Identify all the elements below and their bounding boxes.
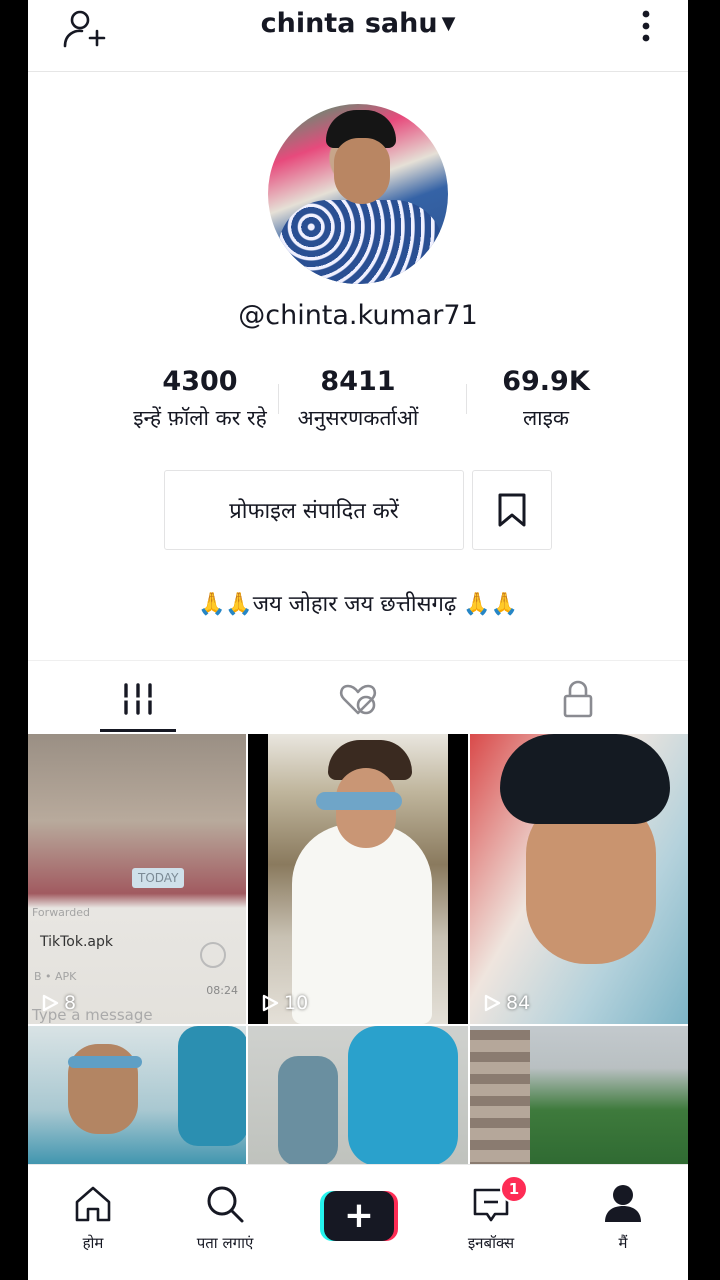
following-count: 4300 bbox=[162, 366, 238, 397]
nav-discover-label: पता लगाएं bbox=[196, 1234, 254, 1252]
more-options-icon[interactable] bbox=[640, 6, 652, 46]
view-count-value: 84 bbox=[506, 992, 531, 1014]
video-thumbnail[interactable] bbox=[470, 1026, 688, 1166]
bio: 🙏🙏जय जोहार जय छत्तीसगढ़ 🙏🙏 bbox=[28, 588, 688, 618]
active-tab-indicator bbox=[100, 729, 176, 732]
chat-file-meta: B • APK bbox=[34, 970, 77, 983]
profile-icon bbox=[605, 1185, 641, 1222]
tab-videos[interactable] bbox=[116, 679, 160, 719]
likes-count: 69.9K bbox=[502, 366, 590, 397]
create-button[interactable]: + bbox=[320, 1191, 398, 1241]
video-thumbnail[interactable] bbox=[248, 1026, 468, 1166]
play-icon bbox=[484, 994, 501, 1012]
following-label: इन्हें फ़ॉलो कर रहे bbox=[133, 406, 267, 430]
bio-text: जय जोहार जय छत्तीसगढ़ bbox=[252, 592, 457, 617]
followers-label: अनुसरणकर्ताओं bbox=[297, 406, 419, 430]
play-icon bbox=[42, 994, 59, 1012]
username-handle: @chinta.kumar71 bbox=[238, 300, 478, 331]
followers-count: 8411 bbox=[320, 366, 396, 397]
avatar[interactable] bbox=[268, 104, 448, 284]
chat-forwarded-label: Forwarded bbox=[32, 906, 90, 919]
chat-time: 08:24 bbox=[206, 984, 238, 997]
favorites-button[interactable] bbox=[472, 470, 552, 550]
view-count: 84 bbox=[482, 992, 530, 1014]
nav-home-label: होम bbox=[82, 1234, 104, 1252]
profile-title[interactable]: chinta sahu ▼ bbox=[28, 8, 688, 39]
following-stat[interactable]: 4300 इन्हें फ़ॉलो कर रहे bbox=[120, 364, 280, 432]
download-icon bbox=[200, 942, 226, 968]
top-bar: chinta sahu ▼ bbox=[28, 0, 688, 72]
video-thumbnail[interactable] bbox=[28, 1026, 246, 1166]
search-icon bbox=[207, 1186, 244, 1223]
bookmark-icon bbox=[498, 493, 526, 527]
nav-discover[interactable]: पता लगाएं bbox=[170, 1181, 280, 1253]
nav-me-label: मैं bbox=[618, 1234, 628, 1252]
view-count: 8 bbox=[40, 992, 76, 1014]
profile-screen: chinta sahu ▼ @chinta.kumar71 4300 इन्हें… bbox=[28, 0, 688, 1280]
caret-down-icon: ▼ bbox=[441, 13, 456, 34]
play-icon bbox=[262, 994, 279, 1012]
likes-label: लाइक bbox=[522, 406, 570, 430]
video-thumbnail[interactable]: TODAY Forwarded TikTok.apk B • APK 08:24… bbox=[28, 734, 246, 1024]
view-count-value: 10 bbox=[284, 992, 309, 1014]
video-grid: TODAY Forwarded TikTok.apk B • APK 08:24… bbox=[28, 734, 688, 1166]
likes-stat[interactable]: 69.9K लाइक bbox=[466, 364, 626, 432]
folded-hands-emoji: 🙏🙏 bbox=[463, 592, 519, 617]
nav-me[interactable]: मैं bbox=[568, 1181, 678, 1253]
chat-date-label: TODAY bbox=[132, 868, 185, 888]
video-thumbnail[interactable]: 84 bbox=[470, 734, 688, 1024]
lock-icon bbox=[563, 680, 593, 718]
followers-stat[interactable]: 8411 अनुसरणकर्ताओं bbox=[276, 364, 440, 432]
inbox-badge: 1 bbox=[500, 1175, 528, 1203]
bottom-navigation: होम पता लगाएं + 1 इनबॉक्स मैं bbox=[28, 1164, 688, 1280]
tab-private[interactable] bbox=[556, 679, 600, 719]
profile-stats: 4300 इन्हें फ़ॉलो कर रहे 8411 अनुसरणकर्त… bbox=[120, 364, 596, 434]
view-count-value: 8 bbox=[64, 992, 77, 1014]
video-thumbnail[interactable]: 10 bbox=[248, 734, 468, 1024]
nav-inbox[interactable]: 1 इनबॉक्स bbox=[436, 1175, 546, 1253]
account-name: chinta sahu bbox=[260, 8, 438, 39]
chat-file-name: TikTok.apk bbox=[40, 934, 113, 950]
nav-inbox-label: इनबॉक्स bbox=[467, 1234, 515, 1252]
view-count: 10 bbox=[260, 992, 308, 1014]
hidden-heart-icon bbox=[339, 684, 377, 715]
content-tabs bbox=[28, 660, 688, 734]
home-icon bbox=[75, 1186, 111, 1222]
tab-liked[interactable] bbox=[336, 679, 380, 719]
nav-home[interactable]: होम bbox=[38, 1181, 148, 1253]
edit-profile-button[interactable]: प्रोफाइल संपादित करें bbox=[164, 470, 464, 550]
grid-icon bbox=[120, 683, 156, 715]
plus-icon: + bbox=[324, 1191, 394, 1241]
folded-hands-emoji: 🙏🙏 bbox=[197, 592, 253, 617]
